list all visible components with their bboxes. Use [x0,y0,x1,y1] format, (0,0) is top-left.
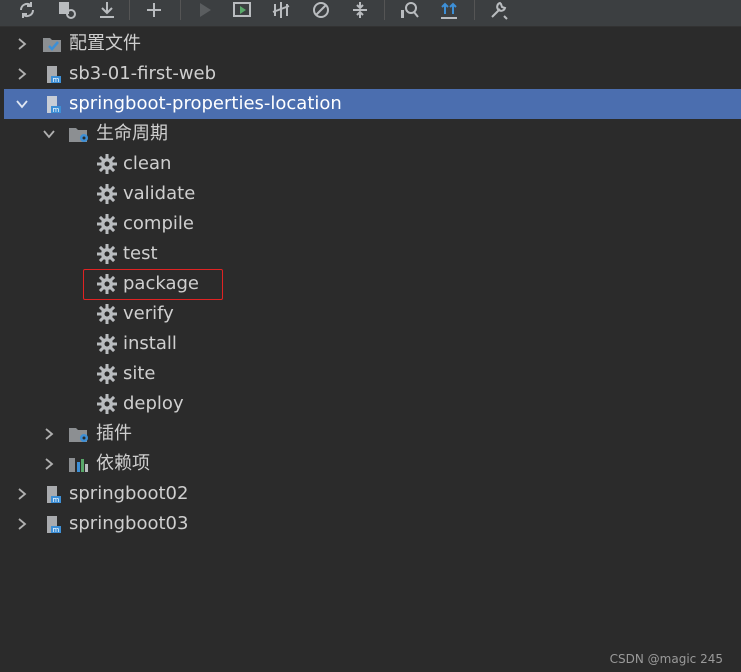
tree-item-label: springboot-properties-location [69,93,342,114]
gear-icon [96,243,118,265]
svg-text:m: m [53,526,60,534]
gear-icon [96,183,118,205]
lifecycle-folder-icon [68,123,90,145]
generate-sources-icon[interactable] [54,0,80,20]
goal-label: install [123,333,177,354]
maven-module-icon: m [43,483,65,505]
chevron-right-icon[interactable] [15,67,29,81]
tree-item-dependencies[interactable]: 依赖项 [0,449,741,479]
goal-label: site [123,363,156,384]
show-dependencies-icon[interactable] [396,0,422,20]
tree-item-label: springboot03 [69,513,189,534]
add-icon[interactable] [141,0,167,20]
goal-label: validate [123,183,196,204]
gear-icon [96,153,118,175]
tree-item-module[interactable]: m springboot03 [0,509,741,539]
chevron-right-icon[interactable] [15,37,29,51]
tree-item-label: 依赖项 [96,453,150,474]
download-icon[interactable] [94,0,120,20]
gear-icon [96,303,118,325]
settings-wrench-icon[interactable] [485,0,511,20]
collapse-icon[interactable] [347,0,373,20]
tree-item-label: 配置文件 [69,33,141,54]
gear-icon [96,393,118,415]
package-highlight-annotation [83,269,223,300]
lifecycle-goal-item[interactable]: test [0,239,741,269]
toggle-offline-icon[interactable] [268,0,294,20]
run-icon[interactable] [192,0,218,20]
tree-item-module[interactable]: m sb3-01-first-web [0,59,741,89]
chevron-right-icon[interactable] [15,487,29,501]
goal-label: test [123,243,158,264]
lifecycle-goal-item[interactable]: clean [0,149,741,179]
maven-projects-tree: 配置文件 m sb3-01-first-web m springboot-pro… [0,28,741,672]
goal-label: deploy [123,393,184,414]
skip-tests-icon[interactable] [308,0,334,20]
lifecycle-goal-item[interactable]: compile [0,209,741,239]
watermark: CSDN @magic 245 [609,652,723,666]
tree-item-module[interactable]: m springboot02 [0,479,741,509]
reload-icon[interactable] [14,0,40,20]
svg-text:m: m [53,106,60,114]
tree-item-module-selected[interactable]: m springboot-properties-location [4,89,741,119]
lifecycle-goal-item[interactable]: site [0,359,741,389]
gear-icon [96,333,118,355]
chevron-down-icon[interactable] [15,97,29,111]
maven-toolbar [0,0,741,27]
lifecycle-goal-item[interactable]: verify [0,299,741,329]
tree-item-label: sb3-01-first-web [69,63,217,84]
analyze-icon[interactable] [436,0,462,20]
goal-label: verify [123,303,174,324]
chevron-right-icon[interactable] [15,517,29,531]
goal-label: clean [123,153,172,174]
tree-item-plugins[interactable]: 插件 [0,419,741,449]
lifecycle-goal-item[interactable]: deploy [0,389,741,419]
maven-module-icon: m [43,513,65,535]
tree-item-label: springboot02 [69,483,189,504]
tree-item-label: 生命周期 [96,123,168,144]
lifecycle-goal-item[interactable]: validate [0,179,741,209]
plugins-folder-icon [68,423,90,445]
chevron-down-icon[interactable] [42,127,56,141]
svg-text:m: m [53,496,60,504]
execute-goal-icon[interactable] [229,0,255,20]
goal-label: compile [123,213,194,234]
svg-text:m: m [53,76,60,84]
gear-icon [96,213,118,235]
profiles-icon [41,33,63,55]
lifecycle-goal-item[interactable]: install [0,329,741,359]
maven-module-icon: m [43,93,65,115]
chevron-right-icon[interactable] [42,457,56,471]
chevron-right-icon[interactable] [42,427,56,441]
tree-item-label: 插件 [96,423,132,444]
tree-item-lifecycle[interactable]: 生命周期 [0,119,741,149]
gear-icon [96,363,118,385]
tree-item-profiles[interactable]: 配置文件 [0,29,741,59]
maven-module-icon: m [43,63,65,85]
dependencies-icon [68,453,90,475]
